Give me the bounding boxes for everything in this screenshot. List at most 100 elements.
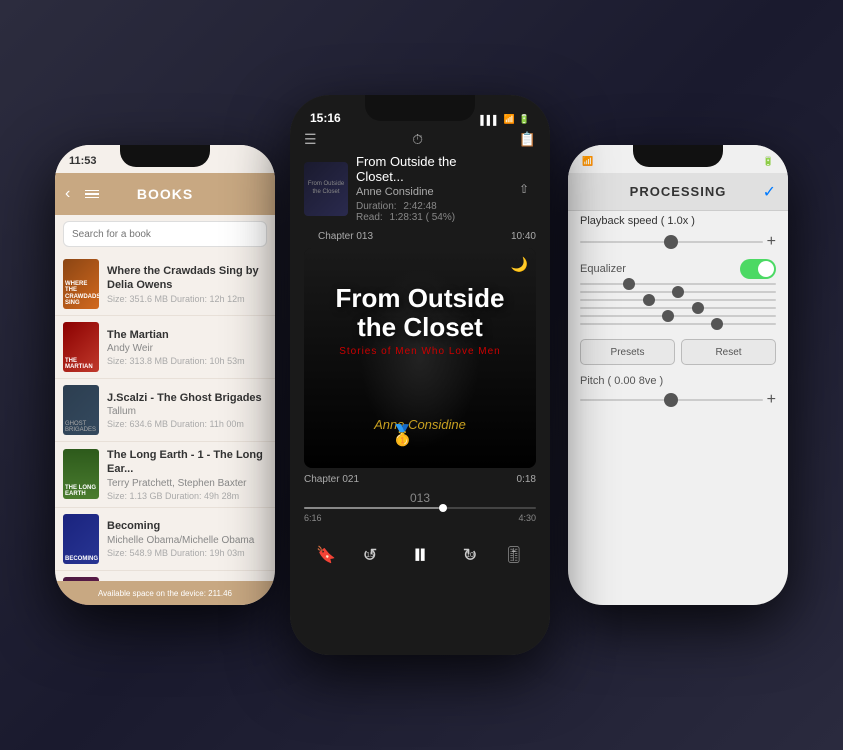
- eq-label: Equalizer: [580, 263, 626, 275]
- book-meta: Size: 548.9 MB Duration: 19h 03m: [107, 548, 267, 558]
- list-item[interactable]: THE MARTIAN The Martian Andy Weir Size: …: [55, 316, 275, 379]
- back-button[interactable]: ‹: [65, 185, 70, 203]
- right-header: PROCESSING ✓: [568, 173, 788, 211]
- eq-track[interactable]: [580, 323, 776, 325]
- eq-thumb[interactable]: [672, 286, 684, 298]
- eq-track[interactable]: [580, 315, 776, 317]
- remaining-time: 4:30: [518, 513, 536, 523]
- pause-button[interactable]: ⏸: [398, 533, 442, 577]
- eq-thumb[interactable]: [623, 278, 635, 290]
- forward-button[interactable]: ↻ 10: [454, 539, 486, 571]
- speed-thumb[interactable]: [664, 235, 678, 249]
- pitch-slider[interactable]: +: [568, 389, 788, 411]
- rewind-button[interactable]: ↺ 15: [354, 539, 386, 571]
- chapter-nav-label: Chapter 021: [304, 474, 359, 485]
- list-item[interactable]: THE LONG EARTH The Long Earth - 1 - The …: [55, 442, 275, 508]
- album-art: From Outsidethe Closet Stories of Men Wh…: [304, 248, 536, 468]
- hamburger-icon[interactable]: ☰: [304, 131, 317, 148]
- left-header: ‹ BOOKS: [55, 173, 275, 215]
- chapter-nav-time: 0:18: [517, 474, 536, 485]
- scene: 11:53 ‹ BOOKS WHERE THE CRAWDADS: [0, 0, 843, 750]
- eq-band-5[interactable]: [580, 315, 776, 317]
- book-author: Tallum: [107, 406, 267, 417]
- eq-button[interactable]: 🎚: [498, 539, 530, 571]
- signal-icon: ▌▌▌: [480, 115, 499, 125]
- notch-left: [120, 145, 210, 167]
- list-item[interactable]: BECOMING Becoming Michelle Obama/Michell…: [55, 508, 275, 571]
- eq-section: Equalizer: [568, 253, 788, 281]
- top-icons-row: ☰ ⏱ 📋: [290, 129, 550, 150]
- book-list: WHERE THE CRAWDADS SING Where the Crawda…: [55, 253, 275, 605]
- moon-icon: 🌙: [511, 256, 528, 273]
- book-info: Becoming Michelle Obama/Michelle Obama S…: [107, 519, 267, 557]
- wifi-icon: 📶: [504, 114, 515, 125]
- book-meta: Size: 634.6 MB Duration: 11h 00m: [107, 419, 267, 429]
- notch-right: [633, 145, 723, 167]
- search-input[interactable]: [72, 229, 258, 240]
- progress-track[interactable]: [304, 507, 536, 509]
- progress-bar-container[interactable]: 6:16 4:30: [290, 507, 550, 523]
- eq-band-1[interactable]: [580, 283, 776, 285]
- search-bar[interactable]: [63, 221, 267, 247]
- available-space: Available space on the device: 211.46: [98, 589, 232, 598]
- toggle-knob: [758, 261, 774, 277]
- pitch-thumb[interactable]: [664, 393, 678, 407]
- eq-thumb[interactable]: [643, 294, 655, 306]
- eq-track[interactable]: [580, 283, 776, 285]
- pitch-track[interactable]: [580, 399, 763, 401]
- chapter-label: Chapter 013: [304, 227, 387, 244]
- eq-band-3[interactable]: [580, 299, 776, 301]
- book-meta: Size: 1.13 GB Duration: 49h 28m: [107, 491, 267, 501]
- clock-icon[interactable]: ⏱: [412, 131, 423, 148]
- eq-track[interactable]: [580, 299, 776, 301]
- list-item[interactable]: GHOST BRIGADES J.Scalzi - The Ghost Brig…: [55, 379, 275, 442]
- playback-speed-slider[interactable]: +: [568, 231, 788, 253]
- album-author: Anne Considine: [335, 417, 504, 432]
- eq-band-2[interactable]: [580, 291, 776, 293]
- menu-icon[interactable]: [85, 190, 99, 199]
- progress-fill: [304, 507, 439, 509]
- eq-track[interactable]: [580, 307, 776, 309]
- eq-band-4[interactable]: [580, 307, 776, 309]
- airplay-icon[interactable]: ⇧: [512, 177, 536, 201]
- bookmark-button[interactable]: 🔖: [310, 539, 342, 571]
- center-time: 15:16: [310, 105, 341, 125]
- right-battery-icon: 🔋: [763, 156, 774, 167]
- eq-toggle[interactable]: [740, 259, 776, 279]
- reset-button[interactable]: Reset: [681, 339, 776, 365]
- bookmark-list-icon[interactable]: 📋: [519, 131, 536, 148]
- book-info: Where the Crawdads Sing by Delia Owens S…: [107, 264, 267, 305]
- right-wifi-icon: 📶: [582, 156, 593, 167]
- center-screen: 15:16 ▌▌▌ 📶 🔋 ☰ ⏱ 📋 From Outsidethe Clos…: [290, 95, 550, 655]
- progress-thumb[interactable]: [439, 504, 447, 512]
- book-cover: BECOMING: [63, 514, 99, 564]
- eq-track[interactable]: [580, 291, 776, 293]
- processing-title: PROCESSING: [630, 184, 727, 199]
- book-title: Becoming: [107, 519, 267, 533]
- book-title: J.Scalzi - The Ghost Brigades: [107, 391, 267, 405]
- book-meta: Size: 351.6 MB Duration: 12h 12m: [107, 294, 267, 304]
- left-time: 11:53: [69, 155, 97, 167]
- player-author: Anne Considine: [356, 186, 504, 198]
- phone-center: 15:16 ▌▌▌ 📶 🔋 ☰ ⏱ 📋 From Outsidethe Clos…: [290, 95, 550, 655]
- book-info: The Martian Andy Weir Size: 313.8 MB Dur…: [107, 328, 267, 366]
- player-duration: Duration: 2:42:48: [356, 201, 504, 212]
- player-controls: 🔖 ↺ 15 ⏸ ↻ 10 🎚: [290, 527, 550, 587]
- player-book-info: From Outside the Closet... Anne Considin…: [356, 154, 504, 223]
- presets-button[interactable]: Presets: [580, 339, 675, 365]
- eq-band-6[interactable]: [580, 323, 776, 325]
- book-author: Terry Pratchett, Stephen Baxter: [107, 478, 267, 489]
- book-title: The Long Earth - 1 - The Long Ear...: [107, 448, 267, 477]
- eq-thumb[interactable]: [662, 310, 674, 322]
- chapter-nav: Chapter 021 0:18: [290, 472, 550, 487]
- check-button[interactable]: ✓: [763, 182, 776, 202]
- list-item[interactable]: WHERE THE CRAWDADS SING Where the Crawda…: [55, 253, 275, 316]
- eq-thumb[interactable]: [692, 302, 704, 314]
- phone-right: 📶 🔋 PROCESSING ✓ Playback speed ( 1.0x )…: [568, 145, 788, 605]
- speed-track[interactable]: [580, 241, 763, 243]
- chapter-row: Chapter 013 10:40: [290, 227, 550, 244]
- right-screen: 📶 🔋 PROCESSING ✓ Playback speed ( 1.0x )…: [568, 145, 788, 605]
- chapter-time: 10:40: [511, 227, 536, 244]
- eq-thumb[interactable]: [711, 318, 723, 330]
- elapsed-time: 6:16: [304, 513, 322, 523]
